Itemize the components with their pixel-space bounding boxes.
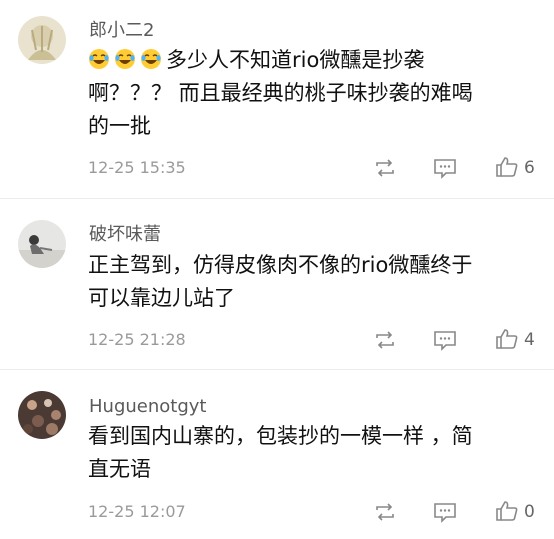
username[interactable]: 破坏味蕾: [89, 224, 161, 246]
avatar[interactable]: [18, 391, 66, 439]
thumbs-up-icon[interactable]: [495, 156, 519, 178]
timestamp: 12-25 15:35: [88, 158, 186, 177]
comment-text-line: 看到国内山寨的，包装抄的一模一样 ，简: [88, 424, 473, 448]
avatar[interactable]: [18, 16, 66, 64]
avatar[interactable]: [18, 220, 66, 268]
thumbs-up-icon[interactable]: [495, 500, 519, 522]
username[interactable]: 郎小二2: [89, 20, 154, 42]
comment-item: 郎小二2 多少人不知道rio微醺是抄袭 啊？？？ 而且最经典的桃子味抄袭的难喝 …: [0, 0, 554, 198]
comment-text-line: 可以靠边儿站了: [88, 286, 235, 310]
comment-text-line: 正主驾到，仿得皮像肉不像的rio微醺终于: [88, 253, 473, 277]
repost-icon[interactable]: [373, 501, 397, 523]
comment-text-line: 直无语: [88, 457, 151, 481]
laughing-crying-emoji-icon: [114, 48, 136, 70]
comment-icon[interactable]: [433, 501, 457, 523]
comment-text: 看到国内山寨的，包装抄的一模一样 ，简 直无语: [88, 420, 544, 486]
comment-text: 多少人不知道rio微醺是抄袭 啊？？？ 而且最经典的桃子味抄袭的难喝 的一批: [88, 44, 544, 143]
repost-icon[interactable]: [373, 157, 397, 179]
timestamp: 12-25 21:28: [88, 330, 186, 349]
comment-icon[interactable]: [433, 329, 457, 351]
comment-item: Huguenotgyt 看到国内山寨的，包装抄的一模一样 ，简 直无语 12-2…: [0, 370, 554, 539]
thumbs-up-icon[interactable]: [495, 328, 519, 350]
comment-text-line: 的一批: [88, 114, 151, 138]
username[interactable]: Huguenotgyt: [89, 396, 206, 418]
comment-text-line: 啊？？？ 而且最经典的桃子味抄袭的难喝: [88, 81, 473, 105]
like-count: 0: [524, 502, 535, 522]
laughing-crying-emoji-icon: [88, 48, 110, 70]
laughing-crying-emoji-icon: [140, 48, 162, 70]
comment-item: 破坏味蕾 正主驾到，仿得皮像肉不像的rio微醺终于 可以靠边儿站了 12-25 …: [0, 199, 554, 369]
like-count: 4: [524, 330, 535, 350]
like-count: 6: [524, 158, 535, 178]
timestamp: 12-25 12:07: [88, 502, 186, 521]
comment-text: 正主驾到，仿得皮像肉不像的rio微醺终于 可以靠边儿站了: [88, 249, 544, 315]
repost-icon[interactable]: [373, 329, 397, 351]
comment-icon[interactable]: [433, 157, 457, 179]
comment-text-line: 多少人不知道rio微醺是抄袭: [166, 48, 425, 72]
